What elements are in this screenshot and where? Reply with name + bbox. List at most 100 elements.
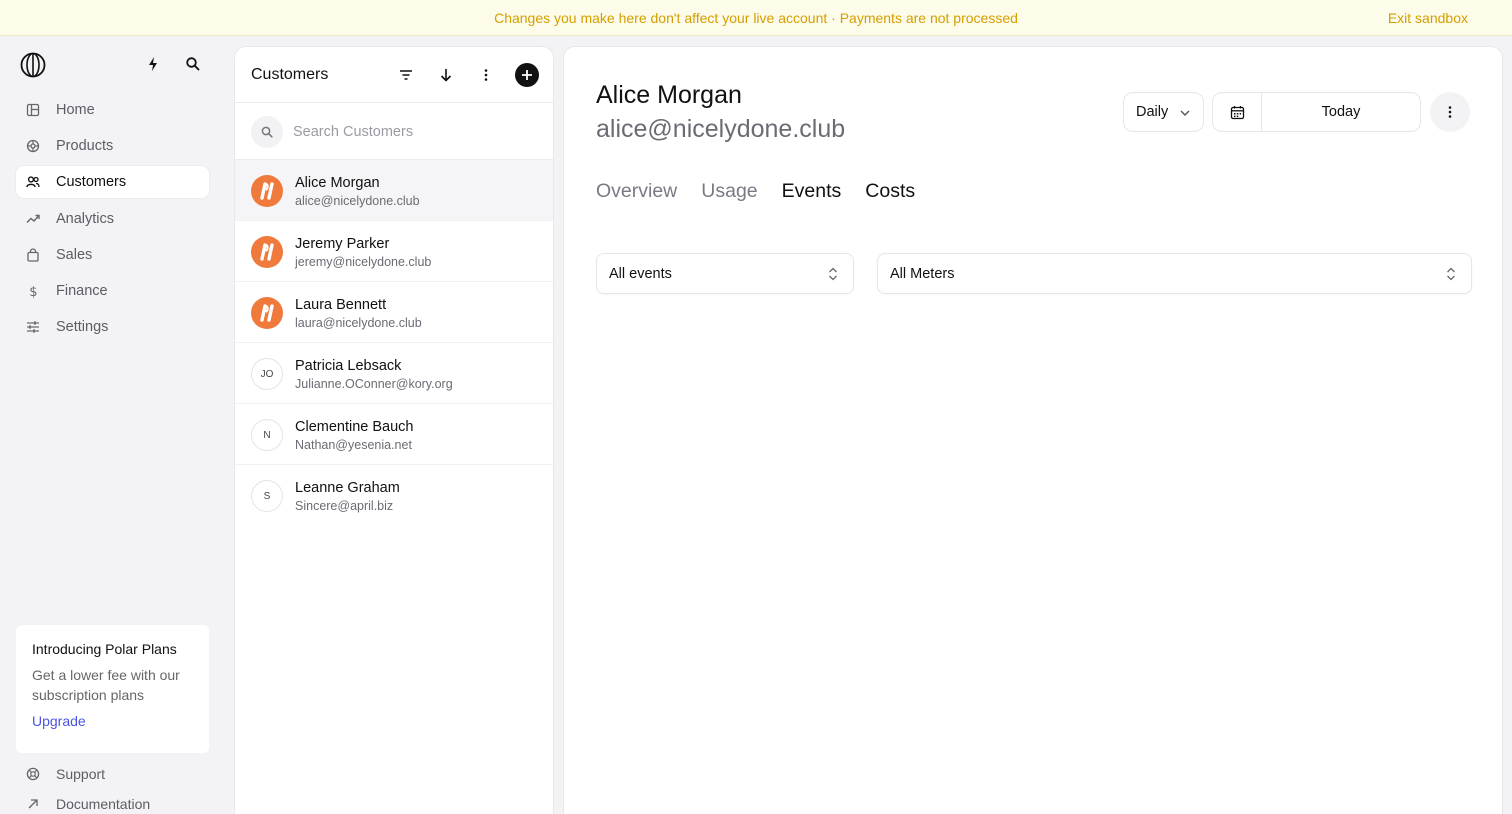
- analytics-icon: [26, 214, 40, 223]
- customer-name: Patricia Lebsack: [295, 358, 402, 374]
- arrow-down-icon: [440, 69, 452, 82]
- customer-row[interactable]: Alice Morgan alice@nicelydone.club: [235, 160, 553, 221]
- calendar-icon: [1230, 105, 1244, 119]
- search-input[interactable]: [293, 117, 533, 147]
- more-vertical-icon: [484, 69, 488, 81]
- tab-usage[interactable]: Usage: [701, 180, 757, 204]
- customer-detail-panel: Alice Morgan alice@nicelydone.club Daily…: [563, 46, 1503, 814]
- sidebar-item-analytics[interactable]: Analytics: [16, 203, 209, 235]
- more-vertical-icon: [1448, 106, 1452, 118]
- sandbox-banner: Changes you make here don't affect your …: [0, 0, 1512, 36]
- polar-logo-icon[interactable]: [20, 52, 46, 78]
- chevron-up-down-icon: [1447, 267, 1455, 281]
- settings-icon: [27, 321, 39, 333]
- support-label: Support: [56, 766, 106, 782]
- customer-name: Alice Morgan: [295, 175, 380, 191]
- lightning-icon[interactable]: [144, 55, 162, 73]
- sidebar-item-label: Finance: [56, 282, 108, 299]
- external-link-icon: [28, 799, 38, 809]
- sidebar-item-settings[interactable]: Settings: [16, 311, 209, 343]
- customers-header: Customers: [235, 47, 553, 103]
- customer-email: Julianne.OConner@kory.org: [295, 377, 453, 391]
- products-icon: [26, 140, 40, 153]
- brand-avatar-icon: [251, 175, 283, 207]
- sidebar-item-customers[interactable]: Customers: [16, 166, 209, 199]
- sidebar-item-label: Home: [56, 102, 95, 118]
- customer-row[interactable]: N Clementine Bauch Nathan@yesenia.net: [235, 404, 553, 465]
- customer-row[interactable]: JO Patricia Lebsack Julianne.OConner@kor…: [235, 343, 553, 404]
- add-customer-button[interactable]: [515, 63, 539, 87]
- promo-title: Introducing Polar Plans: [32, 641, 177, 657]
- sidebar-item-finance[interactable]: $ Finance: [16, 275, 209, 307]
- tab-costs[interactable]: Costs: [865, 180, 915, 204]
- sidebar-item-label: Analytics: [56, 210, 115, 227]
- svg-text:$: $: [29, 285, 37, 298]
- support-link[interactable]: Support: [26, 764, 105, 784]
- brand-avatar-icon: [251, 297, 283, 329]
- sidebar-item-label: Products: [56, 138, 114, 155]
- sort-button[interactable]: [435, 64, 457, 86]
- customer-name: Jeremy Parker: [295, 236, 390, 252]
- calendar-button[interactable]: [1213, 93, 1262, 131]
- meters-filter-select[interactable]: All Meters: [877, 253, 1472, 294]
- tab-overview[interactable]: Overview: [596, 180, 677, 204]
- plus-icon: [522, 70, 532, 80]
- customers-icon: [26, 176, 40, 188]
- customer-email: Nathan@yesenia.net: [295, 438, 412, 452]
- customer-search: [235, 103, 553, 160]
- search-icon: [251, 116, 283, 148]
- sidebar-item-label: Sales: [56, 246, 93, 263]
- chevron-down-icon: [1180, 110, 1190, 116]
- filter-icon: [400, 70, 412, 80]
- main-nav: Home Products Customers Analytics Sales …: [16, 94, 209, 347]
- customers-title: Customers: [251, 66, 329, 83]
- customer-name: Laura Bennett: [295, 297, 387, 313]
- customer-email: laura@nicelydone.club: [295, 316, 422, 330]
- sidebar-item-label: Customers: [56, 174, 127, 191]
- home-icon: [26, 103, 40, 117]
- sidebar: Home Products Customers Analytics Sales …: [0, 36, 225, 814]
- customer-row[interactable]: Jeremy Parker jeremy@nicelydone.club: [235, 221, 553, 282]
- support-icon: [26, 767, 40, 781]
- customer-row[interactable]: Laura Bennett laura@nicelydone.club: [235, 282, 553, 343]
- detail-tabs: Overview Usage Events Costs: [596, 180, 939, 204]
- upgrade-link[interactable]: Upgrade: [32, 713, 86, 729]
- meters-filter-value: All Meters: [890, 265, 955, 282]
- customer-email: alice@nicelydone.club: [295, 194, 420, 208]
- finance-icon: $: [29, 285, 37, 298]
- promo-card: Introducing Polar Plans Get a lower fee …: [16, 625, 209, 753]
- filter-button[interactable]: [395, 64, 417, 86]
- sidebar-item-home[interactable]: Home: [16, 94, 209, 126]
- customer-email: jeremy@nicelydone.club: [295, 255, 432, 269]
- chevron-up-down-icon: [829, 267, 837, 281]
- customer-email: Sincere@april.biz: [295, 499, 394, 513]
- avatar: N: [251, 419, 283, 451]
- sandbox-message: Changes you make here don't affect your …: [494, 10, 1018, 26]
- documentation-label: Documentation: [56, 796, 151, 812]
- detail-more-button[interactable]: [1430, 92, 1470, 132]
- exit-sandbox-link[interactable]: Exit sandbox: [1388, 10, 1468, 26]
- sidebar-item-label: Settings: [56, 319, 109, 336]
- date-range-label[interactable]: Today: [1262, 93, 1420, 131]
- promo-text: Get a lower fee with our subscription pl…: [32, 667, 180, 703]
- interval-value: Daily: [1136, 104, 1169, 120]
- events-filter-select[interactable]: All events: [596, 253, 854, 294]
- customer-row[interactable]: S Leanne Graham Sincere@april.biz: [235, 465, 553, 526]
- interval-select[interactable]: Daily: [1123, 92, 1204, 132]
- documentation-link[interactable]: Documentation: [26, 794, 150, 814]
- customer-detail-email: alice@nicelydone.club: [596, 115, 846, 143]
- search-icon[interactable]: [184, 55, 202, 73]
- customers-panel: Customers Alice Morgan alice@nicelydone.…: [234, 46, 554, 814]
- sales-icon: [27, 248, 39, 262]
- avatar: S: [251, 480, 283, 512]
- events-filter-value: All events: [609, 265, 672, 282]
- tab-events[interactable]: Events: [782, 180, 842, 204]
- more-options-button[interactable]: [475, 64, 497, 86]
- date-range-picker: Today: [1212, 92, 1421, 132]
- sidebar-item-sales[interactable]: Sales: [16, 239, 209, 271]
- customer-name: Clementine Bauch: [295, 419, 414, 435]
- customer-detail-name: Alice Morgan: [596, 81, 742, 109]
- brand-avatar-icon: [251, 236, 283, 268]
- avatar: JO: [251, 358, 283, 390]
- sidebar-item-products[interactable]: Products: [16, 130, 209, 162]
